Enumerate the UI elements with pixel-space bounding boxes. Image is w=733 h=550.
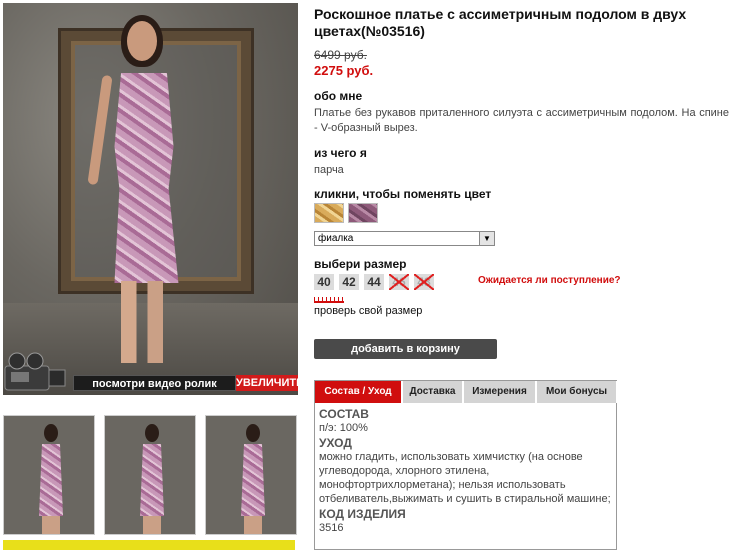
tab-bonuses[interactable]: Мои бонусы: [537, 381, 617, 403]
color-swatch-gold[interactable]: [314, 203, 344, 223]
code-text: 3516: [319, 522, 344, 534]
composition-text: п/э: 100%: [319, 422, 368, 434]
thumbnail-3[interactable]: [205, 415, 297, 535]
ruler-icon[interactable]: [314, 296, 344, 303]
old-price: 6499 руб.: [314, 48, 367, 62]
tab-composition-care[interactable]: Состав / Уход: [315, 381, 402, 403]
zoom-button[interactable]: УВЕЛИЧИТЬ: [236, 375, 304, 391]
care-text: можно гладить, использовать химчистку (н…: [319, 451, 611, 505]
size-option-46[interactable]: 46: [389, 274, 409, 290]
color-heading: кликни, чтобы поменять цвет: [314, 187, 492, 201]
promo-strip[interactable]: [3, 540, 295, 550]
main-product-photo[interactable]: [3, 3, 298, 395]
thumb-head: [145, 424, 159, 442]
model-head: [127, 21, 157, 61]
about-text: Платье без рукавов приталенного силуэта …: [314, 107, 729, 134]
color-select[interactable]: фиалка ▼: [314, 231, 495, 246]
thumb-legs: [244, 516, 262, 534]
thumbnail-1[interactable]: [3, 415, 95, 535]
check-size-link[interactable]: проверь свой размер: [314, 305, 422, 317]
material-text: парча: [314, 164, 344, 176]
code-heading: КОД ИЗДЕЛИЯ: [319, 507, 406, 521]
material-heading: из чего я: [314, 146, 367, 160]
thumb-dress: [241, 444, 265, 516]
video-camera-icon[interactable]: [3, 352, 73, 394]
size-option-40[interactable]: 40: [314, 274, 334, 290]
tab-delivery[interactable]: Доставка: [403, 381, 463, 403]
size-heading: выбери размер: [314, 257, 407, 271]
thumb-dress: [140, 444, 164, 516]
color-select-value: фиалка: [318, 233, 354, 244]
thumb-dress: [39, 444, 63, 516]
size-option-44[interactable]: 44: [364, 274, 384, 290]
model-legs: [121, 281, 165, 363]
thumb-legs: [143, 516, 161, 534]
chevron-down-icon[interactable]: ▼: [479, 232, 494, 245]
watch-video-button[interactable]: посмотри видео ролик: [73, 375, 236, 391]
size-option-42[interactable]: 42: [339, 274, 359, 290]
thumbnail-2[interactable]: [104, 415, 196, 535]
size-option-48[interactable]: 48: [414, 274, 434, 290]
care-heading: УХОД: [319, 436, 352, 450]
tab-content: СОСТАВ п/э: 100% УХОД можно гладить, исп…: [319, 406, 614, 535]
thumb-legs: [42, 516, 60, 534]
thumb-head: [246, 424, 260, 442]
about-heading: обо мне: [314, 89, 363, 103]
awaiting-stock-link[interactable]: Ожидается ли поступление?: [478, 275, 621, 286]
info-tabs: Состав / Уход Доставка Измерения Мои бон…: [314, 380, 617, 550]
color-swatch-violet[interactable]: [348, 203, 378, 223]
add-to-cart-button[interactable]: добавить в корзину: [314, 339, 497, 359]
thumb-head: [44, 424, 58, 442]
product-title: Роскошное платье с ассиметричным подолом…: [314, 6, 687, 39]
composition-heading: СОСТАВ: [319, 407, 369, 421]
thumbnail-gallery: [3, 415, 298, 535]
new-price: 2275 руб.: [314, 63, 374, 78]
tab-measurements[interactable]: Измерения: [464, 381, 536, 403]
video-bar: посмотри видео ролик УВЕЛИЧИТЬ: [3, 352, 304, 394]
